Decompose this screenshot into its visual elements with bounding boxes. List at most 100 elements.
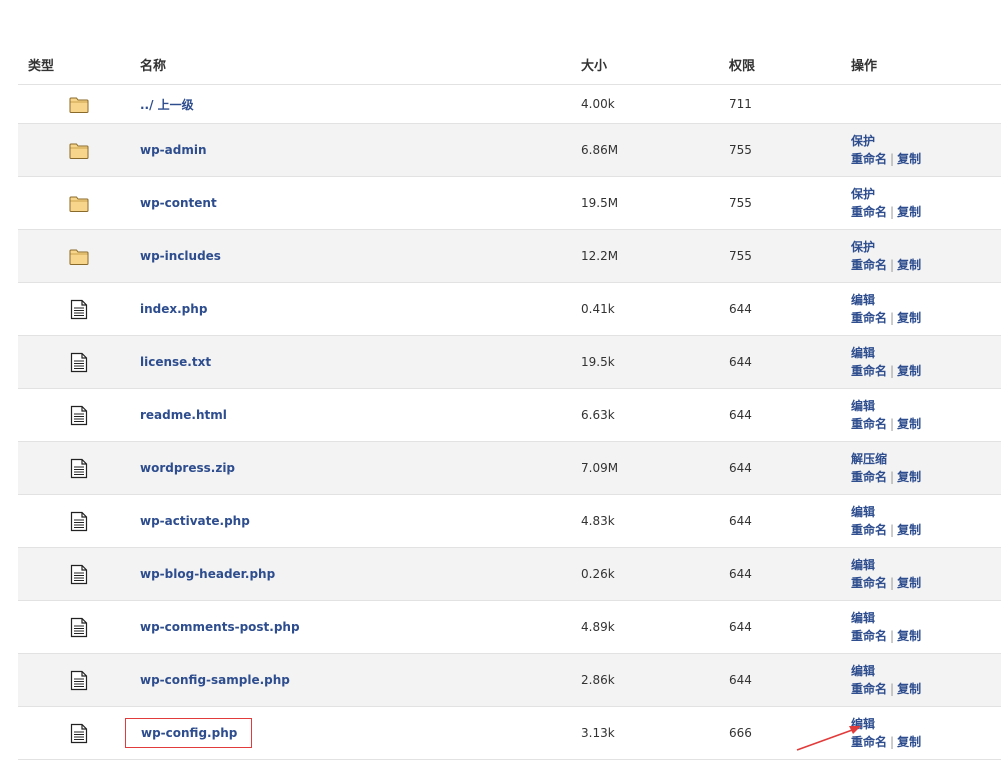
copy-link[interactable]: 复制 (897, 417, 921, 431)
copy-link[interactable]: 复制 (897, 205, 921, 219)
file-name-link[interactable]: wordpress.zip (140, 461, 235, 475)
copy-link[interactable]: 复制 (897, 523, 921, 537)
primary-action-link[interactable]: 编辑 (851, 346, 875, 360)
ops-line-secondary: 重命名 | 复制 (851, 680, 1001, 698)
primary-action-link[interactable]: 编辑 (851, 664, 875, 678)
file-icon (70, 352, 88, 372)
copy-link[interactable]: 复制 (897, 629, 921, 643)
folder-icon (69, 196, 89, 212)
file-name-link[interactable]: wp-content (140, 196, 217, 210)
name-cell: wp-config-sample.php (140, 653, 581, 707)
perm-cell: 755 (729, 176, 851, 230)
file-icon (70, 299, 88, 319)
copy-link[interactable]: 复制 (897, 470, 921, 484)
table-row: wp-content 19.5M 755 保护 重命名 | 复制 (18, 176, 1001, 230)
table-row: wp-admin 6.86M 755 保护 重命名 | 复制 (18, 123, 1001, 177)
ops-separator: | (890, 258, 895, 272)
primary-action-link[interactable]: 编辑 (851, 717, 875, 731)
primary-action-link[interactable]: 编辑 (851, 611, 875, 625)
file-icon (70, 458, 88, 478)
ops-separator: | (890, 682, 895, 696)
copy-link[interactable]: 复制 (897, 311, 921, 325)
rename-link[interactable]: 重命名 (851, 735, 887, 749)
copy-link[interactable]: 复制 (897, 258, 921, 272)
file-name-link[interactable]: wp-comments-post.php (140, 620, 300, 634)
size-cell: 2.86k (581, 653, 729, 707)
ops-cell: 编辑 重命名 | 复制 (851, 547, 1001, 601)
primary-action-link[interactable]: 保护 (851, 187, 875, 201)
column-header-perm: 权限 (729, 44, 851, 85)
ops-line-secondary: 重命名 | 复制 (851, 627, 1001, 645)
rename-link[interactable]: 重命名 (851, 311, 887, 325)
primary-action-link[interactable]: 保护 (851, 134, 875, 148)
name-cell: wp-content (140, 176, 581, 230)
folder-icon (69, 97, 89, 113)
ops-cell: 编辑 重命名 | 复制 (851, 282, 1001, 336)
perm-cell: 711 (729, 84, 851, 124)
primary-action-link[interactable]: 编辑 (851, 505, 875, 519)
primary-action-link[interactable]: 编辑 (851, 558, 875, 572)
ops-line-primary: 编辑 (851, 503, 1001, 521)
ops-separator: | (890, 364, 895, 378)
perm-cell: 755 (729, 229, 851, 283)
rename-link[interactable]: 重命名 (851, 258, 887, 272)
file-name-link[interactable]: wp-blog-header.php (140, 567, 275, 581)
copy-link[interactable]: 复制 (897, 735, 921, 749)
copy-link[interactable]: 复制 (897, 576, 921, 590)
ops-line-primary: 编辑 (851, 662, 1001, 680)
table-row: wp-comments-post.php 4.89k 644 编辑 重命名 | 复制 (18, 600, 1001, 654)
table-row: wp-config-sample.php 2.86k 644 编辑重命名 | 复制 (18, 653, 1001, 707)
perm-cell: 644 (729, 282, 851, 336)
name-cell: index.php (140, 282, 581, 336)
table-row-parent: ../ 上一级 4.00k 711 (18, 84, 1001, 124)
ops-cell (851, 84, 1001, 124)
rename-link[interactable]: 重命名 (851, 470, 887, 484)
rename-link[interactable]: 重命名 (851, 682, 887, 696)
primary-action-link[interactable]: 编辑 (851, 293, 875, 307)
column-header-type: 类型 (18, 44, 140, 85)
ops-line-primary: 保护 (851, 238, 1001, 256)
type-cell (18, 229, 140, 283)
file-name-link[interactable]: index.php (140, 302, 207, 316)
rename-link[interactable]: 重命名 (851, 576, 887, 590)
name-cell: license.txt (140, 335, 581, 389)
file-name-link[interactable]: wp-admin (140, 143, 207, 157)
perm-cell: 644 (729, 335, 851, 389)
file-name-link[interactable]: wp-activate.php (140, 514, 250, 528)
rename-link[interactable]: 重命名 (851, 629, 887, 643)
perm-cell: 644 (729, 653, 851, 707)
ops-line-secondary: 重命名 | 复制 (851, 256, 1001, 274)
file-name-link[interactable]: license.txt (140, 355, 211, 369)
parent-directory-link[interactable]: ../ 上一级 (140, 96, 194, 113)
ops-cell: 保护重命名 | 复制 (851, 229, 1001, 283)
column-header-ops: 操作 (851, 44, 1001, 85)
perm-cell: 644 (729, 547, 851, 601)
ops-cell: 编辑重命名 | 复制 (851, 335, 1001, 389)
folder-icon (69, 143, 89, 159)
file-manager: 类型 名称 大小 权限 操作 ../ 上一级 4.00k 711 wp-admi… (0, 0, 1001, 761)
name-cell: wp-includes (140, 229, 581, 283)
name-cell: wp-comments-post.php (140, 600, 581, 654)
perm-cell: 644 (729, 600, 851, 654)
file-name-link[interactable]: wp-config-sample.php (140, 673, 290, 687)
table-row: wp-activate.php 4.83k 644 编辑 重命名 | 复制 (18, 494, 1001, 548)
copy-link[interactable]: 复制 (897, 152, 921, 166)
ops-line-secondary: 重命名 | 复制 (851, 468, 1001, 486)
copy-link[interactable]: 复制 (897, 364, 921, 378)
file-name-link[interactable]: wp-includes (140, 249, 221, 263)
file-name-link[interactable]: readme.html (140, 408, 227, 422)
rename-link[interactable]: 重命名 (851, 417, 887, 431)
rename-link[interactable]: 重命名 (851, 364, 887, 378)
copy-link[interactable]: 复制 (897, 682, 921, 696)
rename-link[interactable]: 重命名 (851, 523, 887, 537)
primary-action-link[interactable]: 编辑 (851, 399, 875, 413)
size-cell: 7.09M (581, 441, 729, 495)
folder-icon (69, 249, 89, 265)
table-row: license.txt 19.5k 644 编辑 重命名 | 复制 (18, 335, 1001, 389)
primary-action-link[interactable]: 解压缩 (851, 452, 887, 466)
file-name-link[interactable]: wp-config.php (125, 718, 253, 748)
primary-action-link[interactable]: 保护 (851, 240, 875, 254)
rename-link[interactable]: 重命名 (851, 205, 887, 219)
ops-cell: 编辑重命名 | 复制 (851, 653, 1001, 707)
rename-link[interactable]: 重命名 (851, 152, 887, 166)
